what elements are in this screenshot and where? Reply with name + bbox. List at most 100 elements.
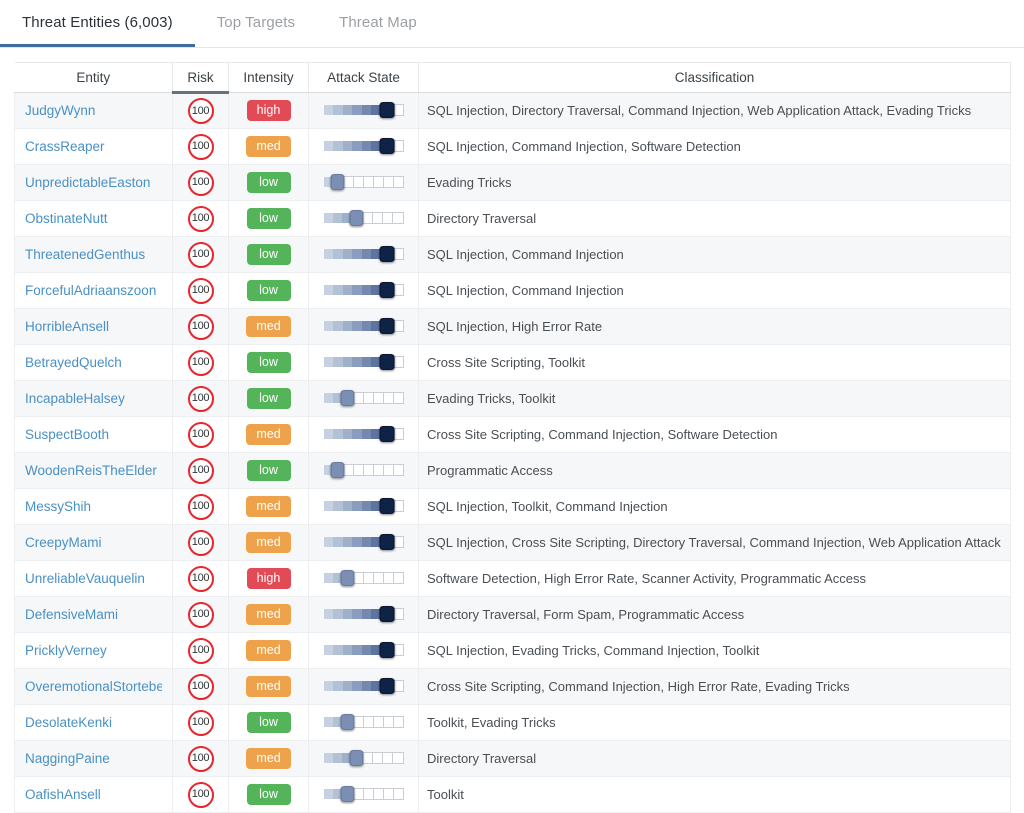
table-row[interactable]: CrassReaper 100 med SQL Injection, Command … (14, 128, 1011, 165)
entity-link[interactable]: ThreatenedGenthus (25, 247, 162, 262)
tab-threat-map[interactable]: Threat Map (317, 0, 439, 44)
attack-state-bar[interactable] (323, 570, 404, 586)
entity-link[interactable]: HorribleAnsell (25, 319, 162, 334)
attack-state-bar[interactable] (323, 426, 404, 442)
entity-link[interactable]: IncapableHalsey (25, 391, 162, 406)
entity-link[interactable]: SuspectBooth (25, 427, 162, 442)
attack-state-bar[interactable] (323, 318, 404, 334)
entity-link[interactable]: UnpredictableEaston (25, 175, 162, 190)
entity-link[interactable]: ForcefulAdriaanszoon (25, 283, 162, 298)
attack-state-segment-filled (342, 105, 352, 115)
entity-link[interactable]: UnreliableVauquelin (25, 571, 162, 586)
risk-score-badge: 100 (187, 421, 214, 448)
risk-cell: 100 (172, 740, 229, 777)
attack-state-bar[interactable] (323, 606, 404, 622)
classification-cell: SQL Injection, Command Injection (418, 272, 1011, 309)
attack-state-bar[interactable] (323, 174, 404, 190)
attack-state-bar[interactable] (323, 714, 404, 730)
attack-state-bar[interactable] (323, 246, 404, 262)
attack-state-segment-empty (393, 176, 404, 188)
attack-state-segment-filled (323, 537, 333, 547)
table-row[interactable]: BetrayedQuelch 100 low Cross Site Scripting… (14, 344, 1011, 381)
table-row[interactable]: UnreliableVauquelin 100 high Software Detec… (14, 560, 1011, 597)
table-row[interactable]: DesolateKenki 100 low Toolkit, Evading Tric… (14, 704, 1011, 741)
attack-state-segment-empty (373, 752, 384, 764)
table-row[interactable]: WoodenReisTheElder 100 low Programmatic Acc… (14, 452, 1011, 489)
table-row[interactable]: ForcefulAdriaanszoon 100 low SQL Injection,… (14, 272, 1011, 309)
intensity-badge: med (246, 315, 291, 338)
table-row[interactable]: PricklyVerney 100 med SQL Injection, Evadin… (14, 632, 1011, 669)
attack-state-bar[interactable] (323, 534, 404, 550)
table-row[interactable]: ObstinateNutt 100 low Directory Traversal (14, 200, 1011, 237)
attack-state-segment-empty (364, 176, 374, 188)
attack-state-bar[interactable] (323, 678, 404, 694)
entity-link[interactable]: ObstinateNutt (25, 211, 162, 226)
table-row[interactable]: DefensiveMami 100 med Directory Traversal, … (14, 596, 1011, 633)
table-row[interactable]: UnpredictableEaston 100 low Evading Tricks (14, 164, 1011, 201)
entity-link[interactable]: BetrayedQuelch (25, 355, 162, 370)
attack-state-bar[interactable] (323, 102, 404, 118)
table-row[interactable]: SuspectBooth 100 med Cross Site Scripting, … (14, 416, 1011, 453)
attack-state-knob (379, 498, 394, 514)
attack-state-segment-filled (323, 717, 333, 727)
attack-state-bar[interactable] (323, 138, 404, 154)
attack-state-bar[interactable] (323, 210, 404, 226)
attack-state-segment-filled (352, 105, 362, 115)
entity-link[interactable]: DefensiveMami (25, 607, 162, 622)
attack-state-segment-empty (364, 464, 374, 476)
tab-threat-entities-6-003[interactable]: Threat Entities (6,003) (0, 0, 195, 47)
attack-state-segment-filled (323, 213, 333, 223)
attack-state-segment-filled (333, 681, 343, 691)
risk-score-badge: 100 (187, 385, 214, 412)
attack-state-bar[interactable] (323, 498, 404, 514)
intensity-cell: med (228, 416, 309, 453)
table-row[interactable]: HorribleAnsell 100 med SQL Injection, High … (14, 308, 1011, 345)
attack-state-bar[interactable] (323, 462, 404, 478)
attack-state-segment-filled (342, 357, 352, 367)
entity-link[interactable]: CrassReaper (25, 139, 162, 154)
classification-cell: SQL Injection, Evading Tricks, Command I… (418, 632, 1011, 669)
table-row[interactable]: MessyShih 100 med SQL Injection, Toolkit, C… (14, 488, 1011, 525)
table-row[interactable]: NaggingPaine 100 med Directory Traversal (14, 740, 1011, 777)
entity-link[interactable]: NaggingPaine (25, 751, 162, 766)
attack-state-cell (308, 632, 419, 669)
table-row[interactable]: CreepyMami 100 med SQL Injection, Cross Sit… (14, 524, 1011, 561)
risk-score-badge: 100 (187, 169, 214, 196)
column-header-classification[interactable]: Classification (418, 62, 1011, 93)
attack-state-segment-filled (342, 681, 352, 691)
table-row[interactable]: ThreatenedGenthus 100 low SQL Injection, Co… (14, 236, 1011, 273)
intensity-badge: med (246, 747, 291, 770)
column-header-attack-state[interactable]: Attack State (308, 62, 419, 93)
column-header-entity[interactable]: Entity (14, 62, 173, 93)
attack-state-segment-filled (342, 321, 352, 331)
attack-state-segment-empty (363, 572, 374, 584)
table-row[interactable]: IncapableHalsey 100 low Evading Tricks, Too… (14, 380, 1011, 417)
attack-state-bar[interactable] (323, 390, 404, 406)
threat-entities-table-container: Entity Risk Intensity Attack State Classific… (0, 48, 1024, 813)
attack-state-segment-filled (361, 285, 371, 295)
attack-state-segment-empty (373, 788, 384, 800)
attack-state-segment-filled (342, 501, 352, 511)
tab-top-targets[interactable]: Top Targets (195, 0, 317, 44)
table-row[interactable]: JudgyWynn 100 high SQL Injection, Directory… (14, 92, 1011, 129)
attack-state-bar[interactable] (323, 750, 404, 766)
entity-link[interactable]: PricklyVerney (25, 643, 162, 658)
entity-link[interactable]: MessyShih (25, 499, 162, 514)
entity-link[interactable]: OveremotionalStortebe (25, 679, 162, 694)
attack-state-bar[interactable] (323, 642, 404, 658)
attack-state-segment-empty (383, 212, 394, 224)
entity-link[interactable]: JudgyWynn (25, 103, 162, 118)
column-header-risk[interactable]: Risk (172, 62, 229, 94)
attack-state-bar[interactable] (323, 282, 404, 298)
entity-link[interactable]: DesolateKenki (25, 715, 162, 730)
table-row[interactable]: OveremotionalStortebe 100 med Cross Site Sc… (14, 668, 1011, 705)
attack-state-bar[interactable] (323, 786, 404, 802)
entity-link[interactable]: CreepyMami (25, 535, 162, 550)
entity-cell: OveremotionalStortebe (14, 668, 173, 705)
attack-state-segment-filled (333, 357, 343, 367)
entity-link[interactable]: OafishAnsell (25, 787, 162, 802)
entity-link[interactable]: WoodenReisTheElder (25, 463, 162, 478)
table-row[interactable]: OafishAnsell 100 low Toolkit (14, 776, 1011, 813)
column-header-intensity[interactable]: Intensity (228, 62, 309, 93)
attack-state-bar[interactable] (323, 354, 404, 370)
